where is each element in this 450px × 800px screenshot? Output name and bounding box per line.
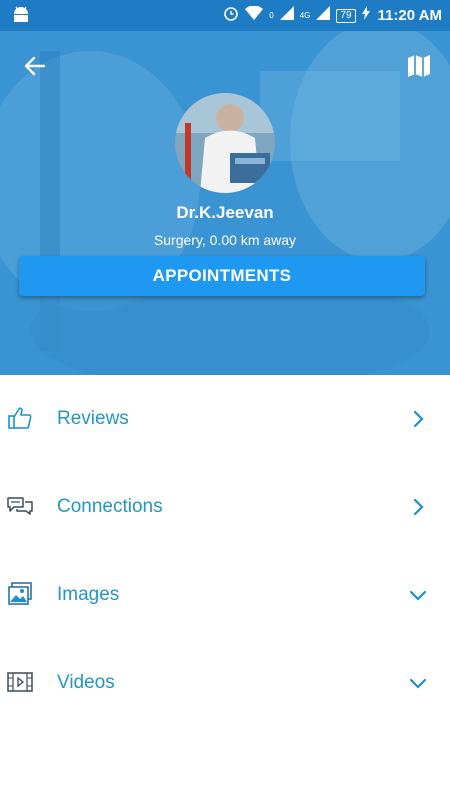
alarm-icon <box>223 5 239 26</box>
map-button[interactable] <box>406 53 432 79</box>
section-reviews[interactable]: Reviews <box>0 375 450 463</box>
doctor-specialty-distance: Surgery, 0.00 km away <box>153 232 297 248</box>
thumbs-up-icon <box>7 405 33 431</box>
battery-indicator: 79 <box>336 8 356 23</box>
status-time: 11:20 AM <box>377 7 442 24</box>
section-label: Connections <box>57 496 163 517</box>
chevron-down-icon[interactable] <box>408 673 428 693</box>
chevron-right-icon[interactable] <box>408 497 428 517</box>
profile-header: Dr.K.Jeevan Surgery, 0.00 km away APPOIN… <box>0 31 450 375</box>
chevron-right-icon[interactable] <box>408 409 428 429</box>
doctor-avatar <box>175 93 275 193</box>
profile-sections-list: Reviews Connections Images Videos <box>0 375 450 727</box>
chevron-down-icon[interactable] <box>408 585 428 605</box>
charging-icon <box>361 6 370 25</box>
doctor-name: Dr.K.Jeevan <box>176 203 274 222</box>
network-label-1: 0 <box>269 11 274 20</box>
section-label: Images <box>57 584 120 605</box>
section-label: Videos <box>57 672 115 693</box>
section-label: Reviews <box>57 408 129 429</box>
signal-icon <box>279 6 294 25</box>
map-icon <box>408 55 430 77</box>
wifi-icon <box>245 5 264 25</box>
section-images[interactable]: Images <box>0 551 450 639</box>
network-label-2: 4G <box>299 11 311 20</box>
appointments-button[interactable]: APPOINTMENTS <box>19 256 425 296</box>
back-button[interactable] <box>22 53 48 79</box>
signal-icon-2 <box>316 6 331 25</box>
section-connections[interactable]: Connections <box>0 463 450 551</box>
chat-bubbles-icon <box>7 493 33 519</box>
video-icon <box>7 669 33 695</box>
images-icon <box>7 581 33 607</box>
android-icon <box>12 6 30 27</box>
arrow-left-icon <box>24 56 46 76</box>
status-bar: 0 4G 79 11:20 AM <box>0 0 450 31</box>
section-videos[interactable]: Videos <box>0 639 450 727</box>
